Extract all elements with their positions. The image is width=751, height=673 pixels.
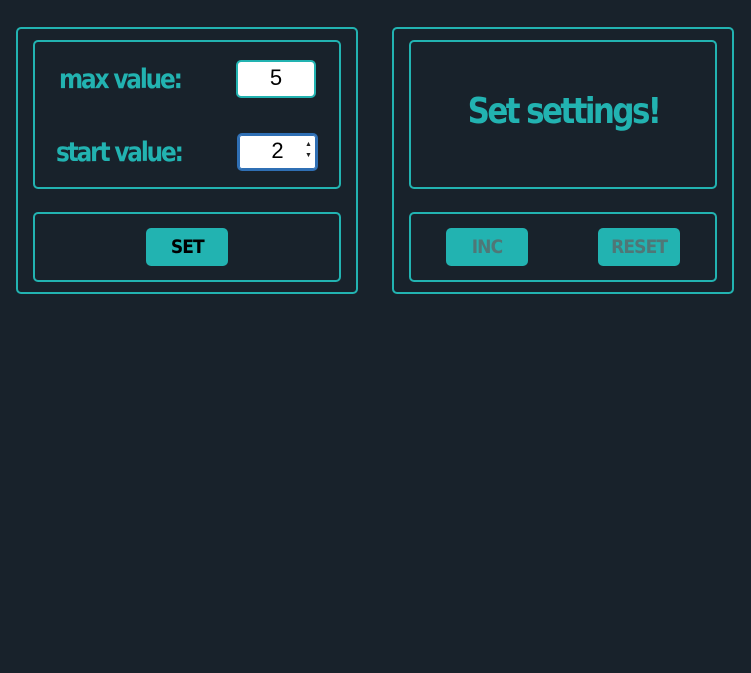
- max-value-label: max value:: [59, 64, 183, 95]
- spinner-up-icon[interactable]: ▲: [304, 139, 313, 150]
- counter-panel: Set settings! INC RESET: [392, 27, 734, 294]
- spinner-down-icon[interactable]: ▼: [304, 150, 313, 161]
- settings-panel: max value: 5 start value: 2 ▲ ▼ SET: [16, 27, 358, 294]
- settings-inputs-box: max value: 5 start value: 2 ▲ ▼: [33, 40, 341, 189]
- counter-display-message: Set settings!: [467, 91, 661, 132]
- settings-buttons-box: SET: [33, 212, 341, 282]
- number-spinner[interactable]: ▲ ▼: [304, 139, 313, 163]
- max-value-input[interactable]: 5: [236, 60, 316, 98]
- start-value-text: 2: [271, 138, 284, 163]
- reset-button[interactable]: RESET: [598, 228, 680, 266]
- inc-button[interactable]: INC: [446, 228, 528, 266]
- set-button[interactable]: SET: [146, 228, 228, 266]
- start-value-input[interactable]: 2 ▲ ▼: [237, 133, 318, 171]
- counter-display-box: Set settings!: [409, 40, 717, 189]
- counter-buttons-box: INC RESET: [409, 212, 717, 282]
- start-value-label: start value:: [56, 137, 184, 168]
